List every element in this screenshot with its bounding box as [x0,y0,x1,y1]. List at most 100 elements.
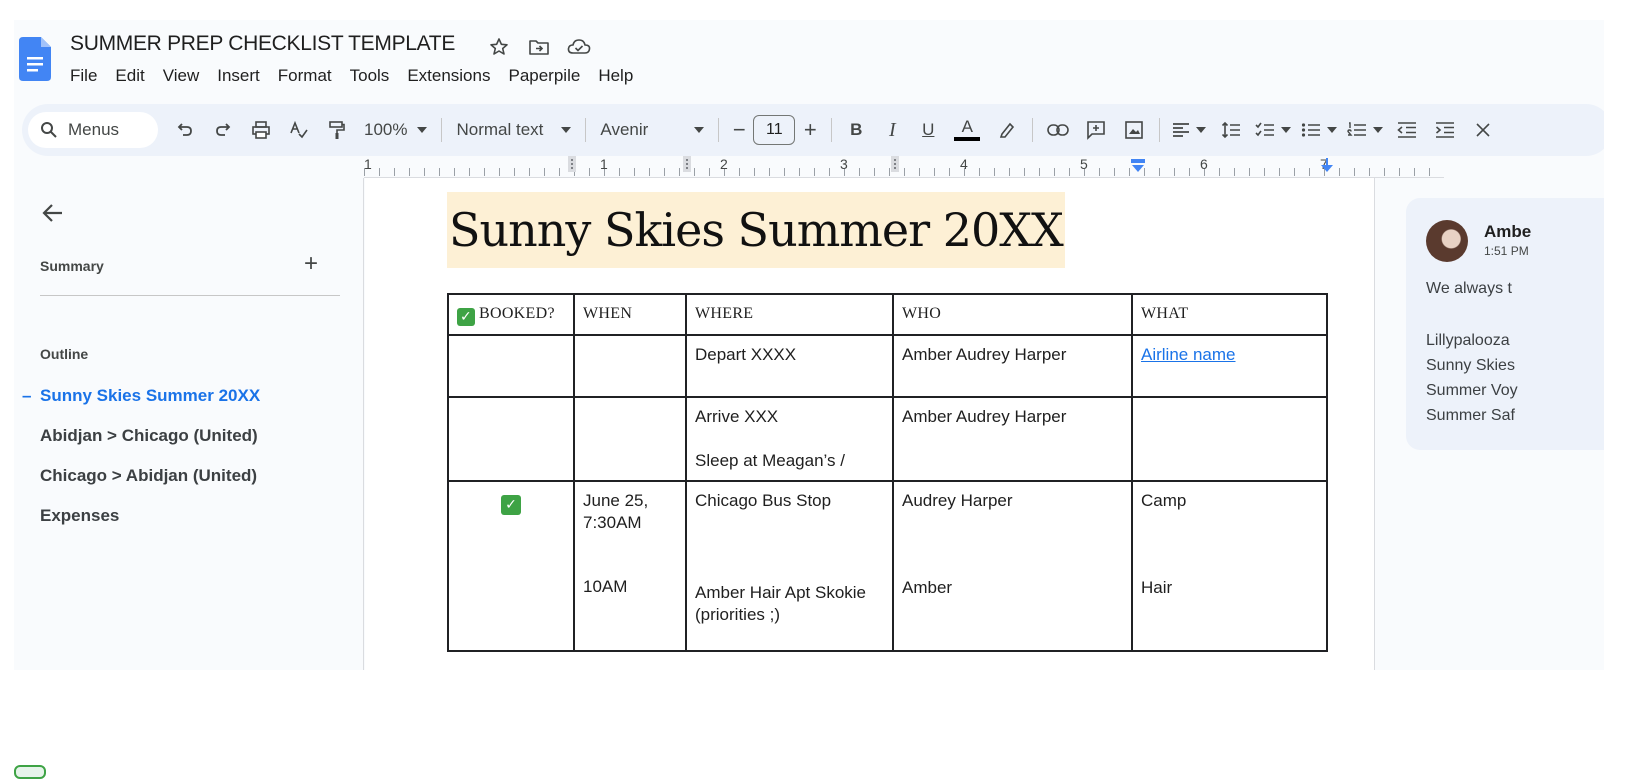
who-line: Audrey Harper [902,491,1013,510]
menu-paperpile[interactable]: Paperpile [499,66,589,86]
outline-item[interactable]: – Sunny Skies Summer 20XX [14,386,260,426]
comments-panel: Ambe 1:51 PM We always t Lillypalooza Su… [1376,178,1604,670]
undo-icon[interactable] [166,112,204,148]
menu-format[interactable]: Format [269,66,341,86]
cell-where[interactable]: Depart XXXX [685,334,894,398]
where-line: Arrive XXX [695,407,779,426]
decrease-font-size-button[interactable]: − [725,112,753,148]
horizontal-ruler[interactable]: 1 1 2 3 4 5 6 7 [364,156,1444,178]
toolbar-divider [718,118,720,142]
docs-logo-icon[interactable] [19,37,51,81]
checklist-icon[interactable] [1250,112,1296,148]
comment-line: Sunny Skies [1426,357,1515,374]
move-folder-icon[interactable] [526,34,552,60]
numbered-list-icon[interactable] [1342,112,1388,148]
airline-link[interactable]: Airline name [1141,345,1236,364]
who-line: Amber [902,578,953,597]
cell-when[interactable] [573,334,687,398]
left-indent-marker-icon[interactable] [1129,156,1147,174]
bold-button[interactable]: B [838,112,874,148]
zoom-dropdown[interactable]: 100% [356,112,435,148]
docs-window: SUMMER PREP CHECKLIST TEMPLATE File Edit… [14,20,1604,670]
text-color-button[interactable]: A [946,112,988,148]
document-page[interactable]: Sunny Skies Summer 20XX ✓ BOOKED? WHEN WH… [365,178,1375,670]
cell-what[interactable]: Camp Hair [1131,480,1328,652]
table-row: ✓ June 25, 7:30AM 10AM Chicago Bus Stop … [447,480,1328,652]
comment-list: Lillypalooza Sunny Skies Summer Voy Summ… [1426,328,1518,428]
column-header-booked[interactable]: ✓ BOOKED? [447,293,575,336]
comment-author: Ambe [1484,222,1532,241]
add-summary-button[interactable]: + [304,252,318,276]
increase-indent-icon[interactable] [1426,112,1464,148]
add-comment-icon[interactable] [1077,112,1115,148]
cell-booked[interactable] [447,396,575,482]
cell-what[interactable]: Airline name [1131,334,1328,398]
cell-who[interactable]: Amber Audrey Harper [892,334,1133,398]
clear-formatting-icon[interactable] [1464,112,1502,148]
insert-link-icon[interactable] [1039,112,1077,148]
spellcheck-icon[interactable] [280,112,318,148]
menu-extensions[interactable]: Extensions [398,66,499,86]
line-spacing-icon[interactable] [1212,112,1250,148]
cell-who[interactable]: Audrey Harper Amber [892,480,1133,652]
paragraph-style-dropdown[interactable]: Normal text [448,112,579,148]
column-marker-icon[interactable] [890,156,900,172]
print-icon[interactable] [242,112,280,148]
column-header-what[interactable]: WHAT [1131,293,1328,336]
menu-insert[interactable]: Insert [208,66,269,86]
avatar[interactable] [1426,220,1468,262]
menu-tools[interactable]: Tools [341,66,399,86]
cell-what[interactable] [1131,396,1328,482]
menu-help[interactable]: Help [589,66,642,86]
column-marker-icon[interactable] [682,156,692,172]
align-left-icon[interactable] [1166,112,1212,148]
chevron-down-icon [1327,127,1338,133]
column-header-when[interactable]: WHEN [573,293,687,336]
comment-text: We always t [1426,280,1512,297]
column-header-who[interactable]: WHO [892,293,1133,336]
outline-item[interactable]: Chicago > Abidjan (United) [14,466,260,506]
bulleted-list-icon[interactable] [1296,112,1342,148]
document-heading[interactable]: Sunny Skies Summer 20XX [447,192,1065,268]
paint-format-icon[interactable] [318,112,356,148]
text-color-letter: A [961,117,973,136]
column-marker-icon[interactable] [567,156,577,172]
comment-card[interactable]: Ambe 1:51 PM We always t Lillypalooza Su… [1406,198,1604,450]
ruler-number: 4 [960,156,968,172]
column-header-where[interactable]: WHERE [685,293,894,336]
font-size-input[interactable]: 11 [753,115,796,145]
highlight-pen-icon[interactable] [988,112,1026,148]
right-indent-marker-icon[interactable] [1319,156,1335,174]
cell-who[interactable]: Amber Audrey Harper [892,396,1133,482]
chevron-down-icon [417,127,428,133]
italic-button[interactable]: I [874,112,910,148]
cell-booked[interactable] [447,334,575,398]
underline-button[interactable]: U [910,112,946,148]
menu-view[interactable]: View [154,66,209,86]
document-title[interactable]: SUMMER PREP CHECKLIST TEMPLATE [70,32,455,56]
cell-where[interactable]: Arrive XXX Sleep at Meagan’s / [685,396,894,482]
outline-item[interactable]: Expenses [14,506,260,546]
back-arrow-icon[interactable] [40,200,66,226]
cell-booked[interactable]: ✓ [447,480,575,652]
increase-font-size-button[interactable]: + [795,112,825,148]
menu-edit[interactable]: Edit [106,66,153,86]
cell-when[interactable] [573,396,687,482]
outline-item[interactable]: Abidjan > Chicago (United) [14,426,260,466]
cell-when[interactable]: June 25, 7:30AM 10AM [573,480,687,652]
cloud-status-icon[interactable] [566,34,592,60]
decrease-indent-icon[interactable] [1388,112,1426,148]
cell-where[interactable]: Chicago Bus Stop Amber Hair Apt Skokie (… [685,480,894,652]
summary-divider [40,295,340,296]
toolbar-divider [1159,118,1161,142]
search-menus-input[interactable]: Menus [28,112,158,148]
menu-file[interactable]: File [70,66,106,86]
insert-image-icon[interactable] [1115,112,1153,148]
font-dropdown[interactable]: Avenir [592,112,712,148]
star-icon[interactable] [486,34,512,60]
search-label: Menus [68,120,120,139]
redo-icon[interactable] [204,112,242,148]
checkmark-icon: ✓ [501,495,521,515]
